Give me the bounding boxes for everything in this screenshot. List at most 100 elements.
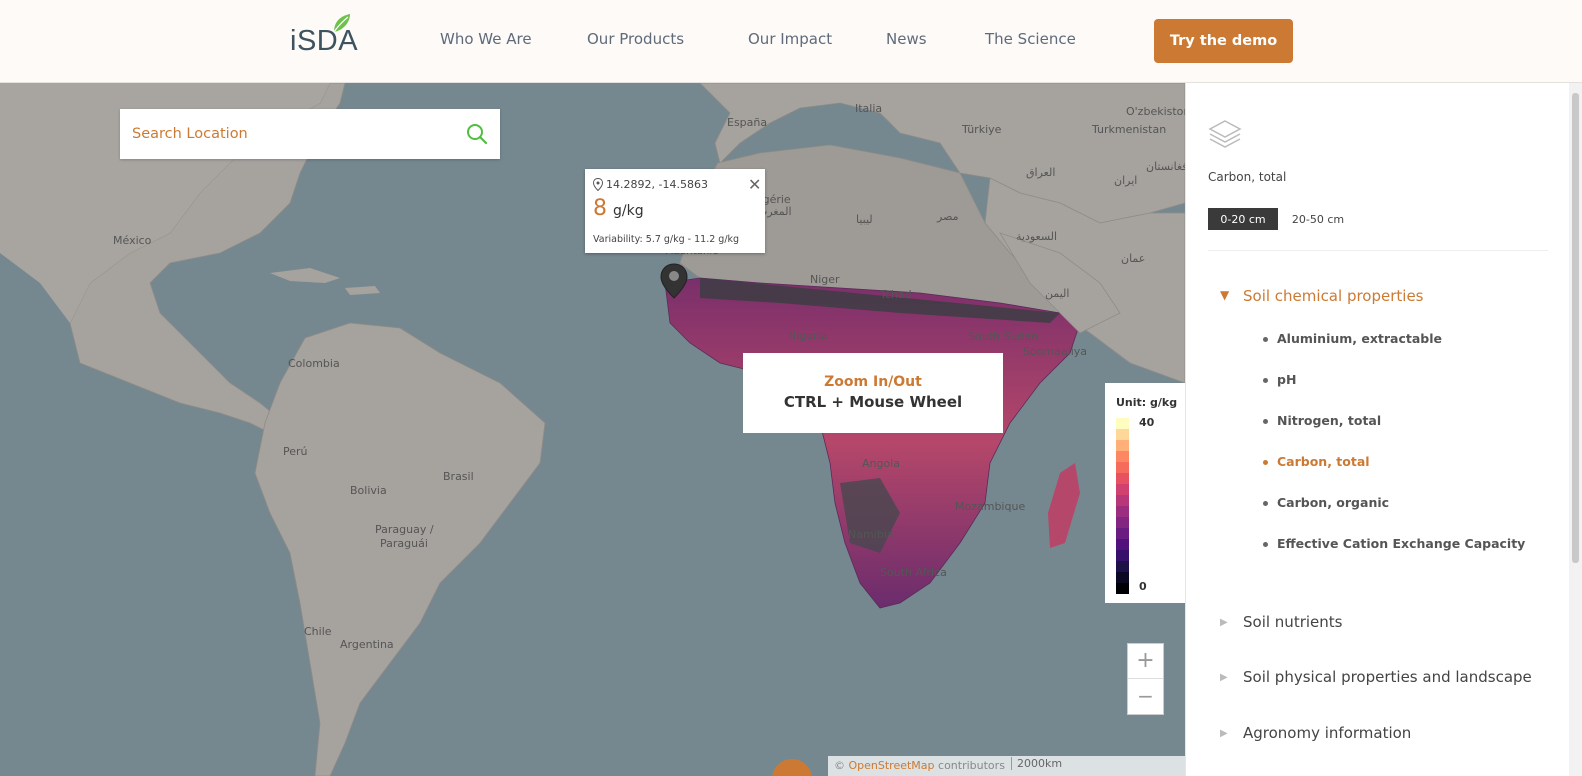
map-label-mexico: México <box>113 234 152 247</box>
legend-swatch <box>1116 550 1129 561</box>
legend-swatch <box>1116 473 1129 484</box>
section-soil-physical[interactable]: Soil physical properties and landscape <box>1243 668 1532 686</box>
legend-swatch <box>1116 506 1129 517</box>
map-label-peru: Perú <box>283 445 308 458</box>
top-navigation-bar: iSDA Who We Are Our Products Our Impact … <box>0 0 1582 83</box>
popup-variability: Variability: 5.7 g/kg - 11.2 g/kg <box>593 234 740 245</box>
nav-our-impact[interactable]: Our Impact <box>748 30 832 48</box>
legend-swatch <box>1116 561 1129 572</box>
section-agronomy[interactable]: Agronomy information <box>1243 724 1411 742</box>
depth-tab-0-20[interactable]: 0-20 cm <box>1208 208 1278 230</box>
zoom-hint-text: CTRL + Mouse Wheel <box>783 393 963 411</box>
section-soil-nutrients[interactable]: Soil nutrients <box>1243 613 1342 631</box>
item-carbon-total[interactable]: Carbon, total <box>1263 454 1370 469</box>
map-label-mozambique: Mozambique <box>955 500 1026 513</box>
location-search-box <box>120 109 500 159</box>
map-label-turkiye: Türkiye <box>962 123 1002 136</box>
panel-divider <box>1208 250 1548 251</box>
item-ecec[interactable]: Effective Cation Exchange Capacity <box>1262 536 1525 551</box>
section-expanded-icon: ▼ <box>1220 288 1230 302</box>
map-label-brasil: Brasil <box>443 470 474 483</box>
popup-unit: g/kg <box>613 203 644 219</box>
item-aluminium[interactable]: Aluminium, extractable <box>1262 331 1442 346</box>
try-demo-button[interactable]: Try the demo <box>1154 19 1293 63</box>
isda-logo[interactable]: iSDA <box>290 14 358 58</box>
depth-tab-20-50[interactable]: 20-50 cm <box>1283 208 1353 230</box>
map-canvas[interactable]: Italia España Türkiye O'zbekiston Turkme… <box>0 83 1185 776</box>
layers-icon <box>1208 120 1242 148</box>
map-label-somalia: Soomaaliya <box>1023 345 1088 358</box>
search-input[interactable] <box>132 126 452 142</box>
legend-swatch <box>1116 440 1129 451</box>
attribution-prefix: © <box>834 759 849 772</box>
nav-our-products[interactable]: Our Products <box>587 30 684 48</box>
nav-who-we-are[interactable]: Who We Are <box>440 30 532 48</box>
map-label-yemen: اليمن <box>1045 287 1070 300</box>
scrollbar-thumb[interactable] <box>1572 93 1579 563</box>
panel-scrollbar[interactable] <box>1569 83 1582 776</box>
map-label-argentina: Argentina <box>340 638 394 651</box>
map-label-paraguay-1: Paraguay / <box>375 523 434 536</box>
item-carbon-organic[interactable]: Carbon, organic <box>1262 495 1389 510</box>
color-legend: Unit: g/kg 40 0 <box>1105 383 1185 603</box>
attribution-suffix: contributors <box>934 759 1005 772</box>
legend-swatch <box>1116 517 1129 528</box>
location-popup: 14.2892, -14.5863 ✕ 8 g/kg Variability: … <box>585 169 765 253</box>
nav-the-science[interactable]: The Science <box>985 30 1076 48</box>
map-label-italia: Italia <box>855 102 883 115</box>
map-marker-icon[interactable] <box>660 263 688 299</box>
section-soil-chemical[interactable]: Soil chemical properties <box>1243 287 1423 305</box>
legend-swatch <box>1116 583 1129 594</box>
map-label-namibia: Namibia <box>848 528 894 541</box>
map-label-libya: ليبيا <box>856 213 873 226</box>
map-label-turkmenistan: Turkmenistan <box>1092 123 1167 136</box>
map-label-iraq: العراق <box>1026 166 1056 179</box>
map-label-afghanistan: افغانستان <box>1146 160 1185 173</box>
map-label-south-africa: South Africa <box>880 566 947 579</box>
map-label-egypt: مصر <box>937 210 959 223</box>
map-label-saudi: السعودية <box>1016 230 1058 243</box>
zoom-out-button[interactable]: − <box>1128 679 1163 714</box>
map-label-tchad: Tchad <box>880 288 912 301</box>
map-label-bolivia: Bolivia <box>350 484 387 497</box>
search-icon[interactable] <box>466 123 488 145</box>
location-pin-icon <box>593 178 603 191</box>
legend-swatch <box>1116 572 1129 583</box>
legend-swatch <box>1116 495 1129 506</box>
legend-swatch <box>1116 528 1129 539</box>
item-nitrogen-total[interactable]: Nitrogen, total <box>1262 413 1381 428</box>
legend-min: 0 <box>1139 580 1147 593</box>
popup-coordinates: 14.2892, -14.5863 <box>606 178 708 191</box>
legend-swatch <box>1116 462 1129 473</box>
zoom-hint-title: Zoom In/Out <box>824 374 922 390</box>
legend-swatch <box>1116 451 1129 462</box>
section-collapsed-icon: ▶ <box>1220 672 1228 683</box>
legend-max: 40 <box>1139 416 1155 429</box>
leaf-icon <box>333 14 350 33</box>
zoom-in-button[interactable]: + <box>1128 644 1163 679</box>
popup-value: 8 <box>593 196 607 221</box>
map-attribution: © OpenStreetMap contributors 2000km <box>828 756 1185 776</box>
section-collapsed-icon: ▶ <box>1220 617 1228 628</box>
map-label-angola: Angola <box>862 457 901 470</box>
map-label-espana: España <box>727 116 768 129</box>
selected-layer-title: Carbon, total <box>1208 170 1287 184</box>
item-ph[interactable]: pH <box>1262 372 1296 387</box>
legend-swatch <box>1116 418 1129 429</box>
map-label-chile: Chile <box>304 625 332 638</box>
map-label-south-sudan: South Sudan <box>968 330 1039 343</box>
map-label-niger: Niger <box>810 273 840 286</box>
legend-swatch <box>1116 539 1129 550</box>
section-collapsed-icon: ▶ <box>1220 728 1228 739</box>
map-label-nigeria: Nigeria <box>788 329 828 342</box>
legend-color-ramp <box>1116 418 1129 594</box>
osm-link[interactable]: OpenStreetMap <box>849 759 935 772</box>
nav-news[interactable]: News <box>886 30 927 48</box>
zoom-controls: + − <box>1127 643 1164 715</box>
map-label-colombia: Colombia <box>288 357 340 370</box>
map-label-oman: عمان <box>1121 252 1146 265</box>
close-icon[interactable]: ✕ <box>748 175 761 194</box>
legend-swatch <box>1116 484 1129 495</box>
zoom-hint-box: Zoom In/Out CTRL + Mouse Wheel <box>743 353 1003 433</box>
map-label-paraguay-2: Paraguái <box>380 537 428 550</box>
